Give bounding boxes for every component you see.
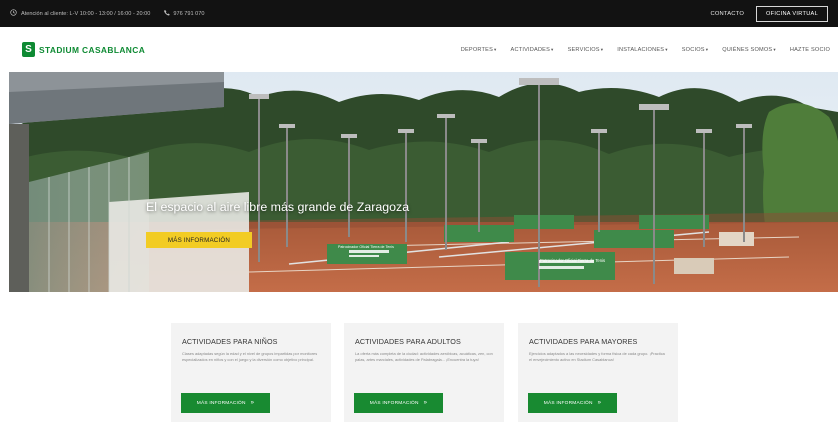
main-header: S STADIUM CASABLANCA DEPORTES ▾ ACTIVIDAD… xyxy=(0,27,838,72)
chevron-right-icon: » xyxy=(597,400,602,406)
chevron-down-icon: ▾ xyxy=(773,46,776,52)
card-title: ACTIVIDADES PARA ADULTOS xyxy=(355,337,461,346)
nav-servicios[interactable]: SERVICIOS ▾ xyxy=(568,47,604,53)
card-ninos: ACTIVIDADES PARA NIÑOS Clases adaptadas … xyxy=(171,323,331,422)
sponsor-banner: Patrocinador Oficial Tierra de Tenis xyxy=(338,245,394,249)
hours-text: Atención al cliente: L-V 10:00 - 13:00 /… xyxy=(21,10,151,17)
phone-number: 976 791 070 xyxy=(173,10,205,17)
card-title: ACTIVIDADES PARA MAYORES xyxy=(529,337,638,346)
card-adultos: ACTIVIDADES PARA ADULTOS La oferta más c… xyxy=(344,323,504,422)
card-mayores: ACTIVIDADES PARA MAYORES Ejercicios adap… xyxy=(518,323,678,422)
contact-link[interactable]: CONTACTO xyxy=(710,11,744,17)
customer-hours: Atención al cliente: L-V 10:00 - 13:00 /… xyxy=(10,9,150,18)
phone-link[interactable]: 976 791 070 xyxy=(164,9,204,18)
nav-instalaciones[interactable]: INSTALACIONES ▾ xyxy=(617,47,667,53)
hero-image xyxy=(9,72,838,292)
logo[interactable]: S STADIUM CASABLANCA xyxy=(22,42,145,57)
oficina-virtual-button[interactable]: OFICINA VIRTUAL xyxy=(756,5,828,22)
chevron-down-icon: ▾ xyxy=(600,46,604,52)
nav-socios[interactable]: SOCIOS ▾ xyxy=(682,47,708,53)
chevron-down-icon: ▾ xyxy=(665,46,668,52)
main-nav: DEPORTES ▾ ACTIVIDADES ▾ SERVICIOS ▾ INSTAL… xyxy=(461,47,830,53)
card-description: La oferta más completa de la ciudad: act… xyxy=(355,351,493,363)
card-description: Ejercicios adaptados a las necesidades y… xyxy=(529,351,665,363)
phone-icon xyxy=(164,9,171,18)
nav-deportes[interactable]: DEPORTES ▾ xyxy=(461,47,497,53)
chevron-right-icon: » xyxy=(423,400,428,406)
hero-banner: El espacio al aire libre más grande de Z… xyxy=(9,72,838,292)
logo-icon: S xyxy=(22,42,35,57)
card-ninos-more-info-button[interactable]: MÁS INFORMACIÓN » xyxy=(181,393,270,413)
card-adultos-more-info-button[interactable]: MÁS INFORMACIÓN » xyxy=(354,393,443,413)
chevron-right-icon: » xyxy=(250,400,255,406)
card-title: ACTIVIDADES PARA NIÑOS xyxy=(182,337,278,346)
page: Atención al cliente: L-V 10:00 - 13:00 /… xyxy=(0,0,838,425)
nav-quienes-somos[interactable]: QUIÉNES SOMOS ▾ xyxy=(722,47,776,53)
hero-more-info-button[interactable]: MÁS INFORMACIÓN xyxy=(146,232,252,248)
sponsor-banner: Patrocinador Oficial Tierra de Tenis xyxy=(540,258,606,263)
top-bar: Atención al cliente: L-V 10:00 - 13:00 /… xyxy=(0,0,838,27)
nav-hazte-socio[interactable]: HAZTE SOCIO xyxy=(790,47,830,53)
chevron-down-icon: ▾ xyxy=(494,46,497,52)
hero-title: El espacio al aire libre más grande de Z… xyxy=(146,200,410,214)
card-description: Clases adaptadas según la edad y el nive… xyxy=(182,351,318,363)
chevron-down-icon: ▾ xyxy=(551,46,554,52)
card-mayores-more-info-button[interactable]: MÁS INFORMACIÓN » xyxy=(528,393,617,413)
chevron-down-icon: ▾ xyxy=(705,46,709,52)
clock-icon xyxy=(10,9,17,18)
logo-text: STADIUM CASABLANCA xyxy=(39,44,146,55)
nav-actividades[interactable]: ACTIVIDADES ▾ xyxy=(511,47,554,53)
